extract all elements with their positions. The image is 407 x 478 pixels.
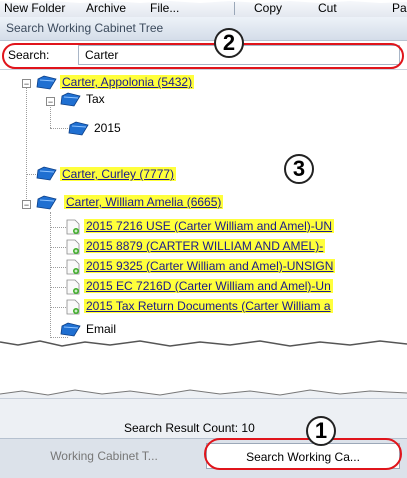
- callout-3: 3: [284, 154, 314, 184]
- tree-node-document[interactable]: 2015 9325 (Carter William and Amel)-UNSI…: [84, 257, 336, 275]
- annotation-ring-tab: [204, 438, 402, 470]
- panel-header: Search Working Cabinet Tree: [0, 17, 407, 41]
- contact-folder-icon: [36, 166, 57, 181]
- annotation-ring-search: [2, 43, 404, 69]
- panel-title: Search Working Cabinet Tree: [6, 21, 164, 35]
- tree-node-appolonia[interactable]: Carter, Appolonia (5432): [60, 73, 195, 91]
- document-icon: [66, 259, 80, 275]
- tree-node-tax[interactable]: Tax: [86, 90, 105, 108]
- callout-2: 2: [214, 28, 244, 58]
- torn-edge-top: [0, 0, 407, 3]
- document-icon: [66, 219, 80, 235]
- tree-node-curley[interactable]: Carter, Curley (7777): [60, 165, 177, 183]
- tree-view: − Carter, Appolonia (5432) − Tax 2015 3 …: [0, 70, 407, 348]
- folder-icon: [60, 92, 81, 107]
- torn-edge: [0, 340, 407, 348]
- contact-folder-icon: [36, 75, 57, 90]
- collapse-toggle[interactable]: −: [22, 79, 31, 89]
- folder-icon: [60, 322, 81, 337]
- collapse-toggle[interactable]: −: [46, 97, 55, 107]
- tree-node-document[interactable]: 2015 EC 7216D (Carter William and Amel)-…: [84, 277, 333, 295]
- document-icon: [66, 299, 80, 315]
- search-result-count: Search Result Count: 10: [124, 421, 255, 435]
- tree-node-william-amelia[interactable]: Carter, William Amelia (6665): [64, 193, 224, 211]
- tree-node-document[interactable]: 2015 Tax Return Documents (Carter Willia…: [84, 297, 333, 315]
- folder-icon: [68, 121, 89, 136]
- tree-node-document[interactable]: 2015 7216 USE (Carter William and Amel)-…: [84, 217, 335, 235]
- tab-working-cabinet[interactable]: Working Cabinet T...: [6, 443, 202, 469]
- document-icon: [66, 279, 80, 295]
- tree-node-document[interactable]: 2015 8879 (CARTER WILLIAM AND AMEL)-: [84, 237, 326, 255]
- tree-node-2015[interactable]: 2015: [94, 119, 121, 137]
- callout-1: 1: [306, 416, 336, 446]
- contact-folder-icon: [36, 195, 57, 210]
- document-icon: [66, 239, 80, 255]
- toolbar: New Folder Archive File... Copy Cut Pa: [0, 0, 407, 18]
- status-bar: Search Result Count: 10: [0, 398, 407, 439]
- collapse-toggle[interactable]: −: [22, 200, 31, 210]
